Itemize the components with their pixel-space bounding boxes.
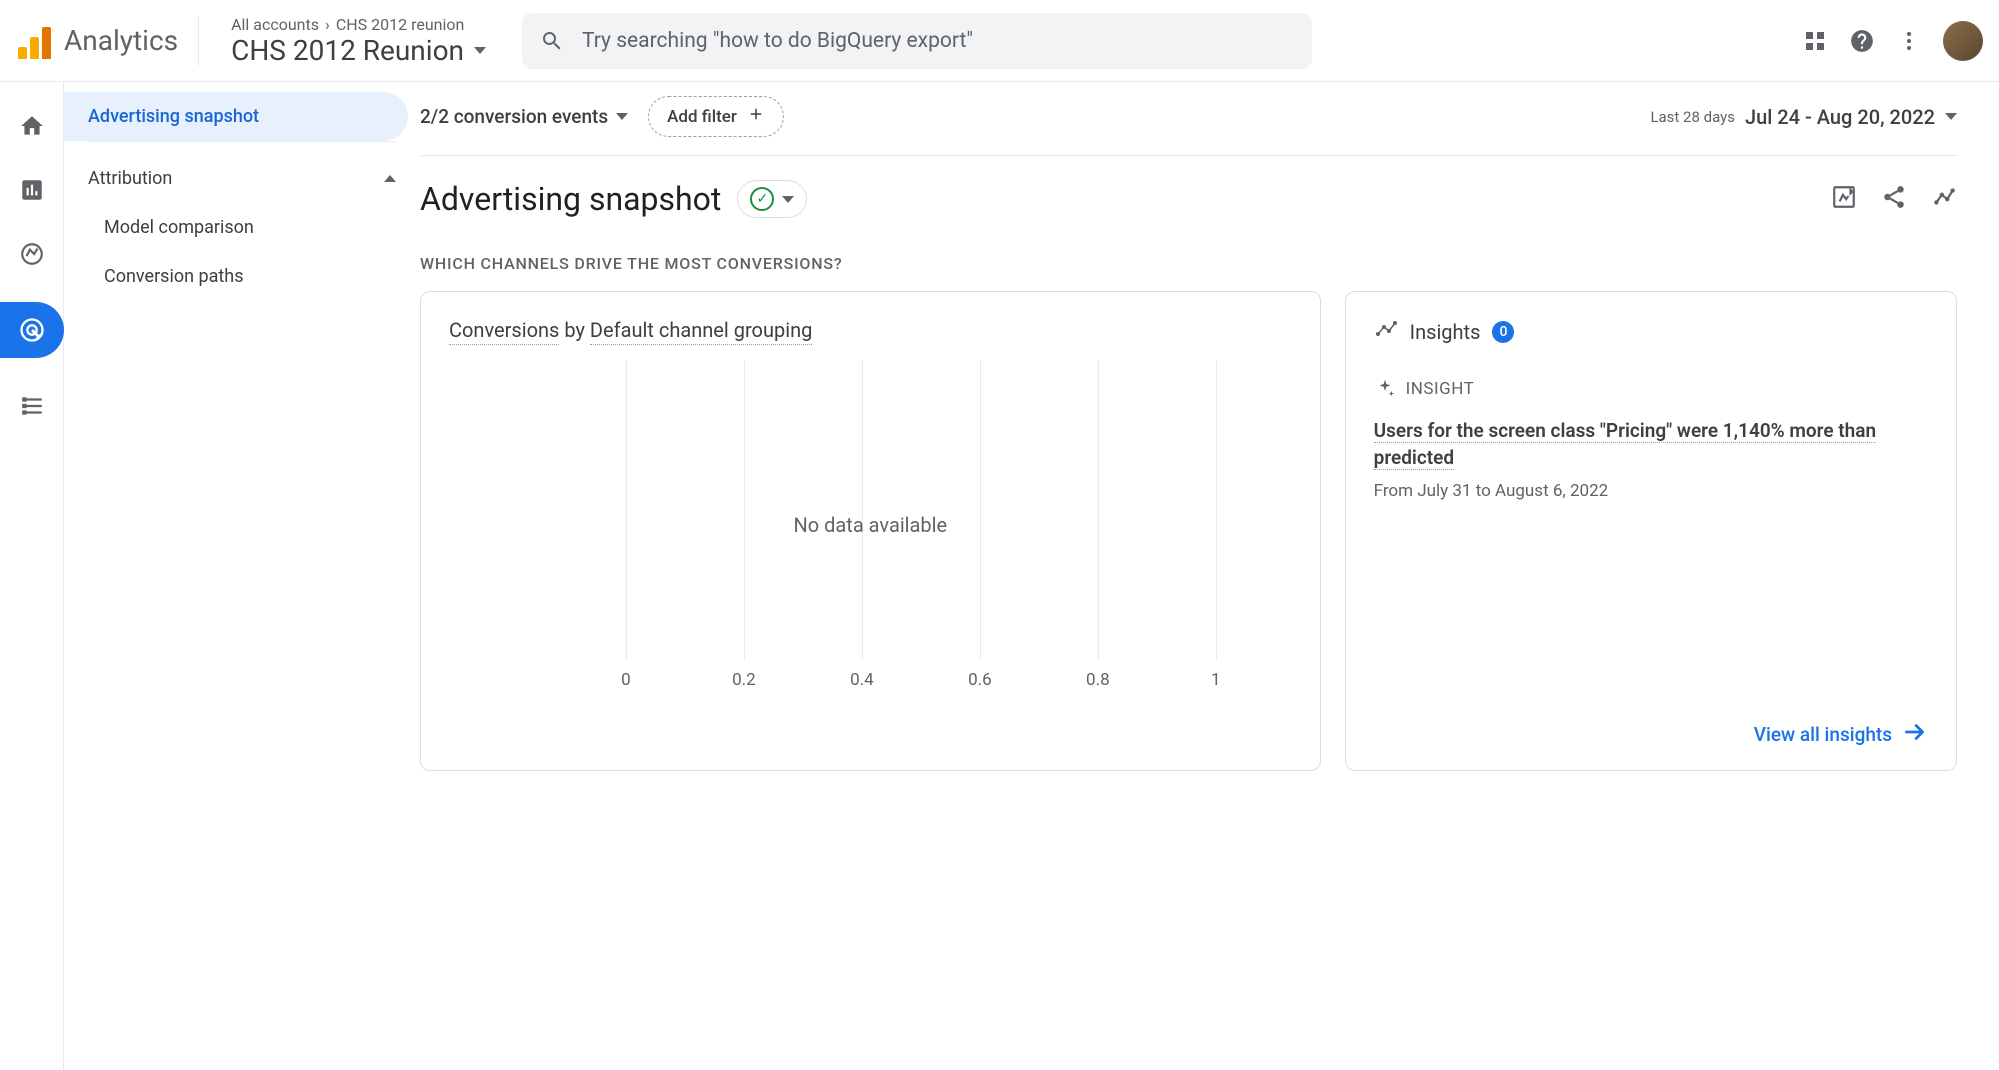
plus-icon: [747, 105, 765, 128]
nav-rail: [0, 82, 64, 1070]
insights-header: Insights 0: [1374, 318, 1928, 346]
rail-home-icon[interactable]: [16, 110, 48, 142]
caret-down-icon: [616, 113, 628, 120]
insights-card: Insights 0 INSIGHT Users for the screen …: [1345, 291, 1957, 771]
analytics-logo-icon: [16, 23, 52, 59]
conversions-card: Conversions by Default channel grouping …: [420, 291, 1321, 771]
breadcrumb: All accounts › CHS 2012 reunion: [231, 15, 486, 34]
insight-text[interactable]: Users for the screen class "Pricing" wer…: [1374, 419, 1876, 470]
property-name: CHS 2012 Reunion: [231, 34, 464, 67]
rail-configure-icon[interactable]: [16, 390, 48, 422]
more-vert-icon[interactable]: [1897, 29, 1921, 53]
search-bar[interactable]: Try searching "how to do BigQuery export…: [522, 13, 1312, 69]
insights-badge: 0: [1492, 321, 1514, 343]
search-placeholder: Try searching "how to do BigQuery export…: [582, 29, 973, 53]
insights-title: Insights: [1410, 320, 1481, 344]
main-content: 2/2 conversion events Add filter Last 28…: [420, 82, 1999, 1070]
sidebar-section-attribution[interactable]: Attribution: [64, 150, 420, 203]
conversion-events-selector[interactable]: 2/2 conversion events: [420, 105, 628, 128]
view-all-label: View all insights: [1754, 723, 1892, 746]
chart-metric[interactable]: Conversions: [449, 318, 559, 345]
title-actions: [1831, 184, 1957, 214]
avatar[interactable]: [1943, 21, 1983, 61]
page-title-row: Advertising snapshot ✓: [420, 180, 1957, 218]
date-range-value: Jul 24 - Aug 20, 2022: [1745, 105, 1935, 129]
chart-area: No data available 0 0.2 0.4 0.6 0.8 1: [449, 360, 1292, 690]
cards-row: Conversions by Default channel grouping …: [420, 291, 1957, 771]
no-data-message: No data available: [793, 513, 947, 537]
customize-icon[interactable]: [1831, 184, 1857, 214]
chevron-right-icon: ›: [325, 15, 330, 34]
chart-title: Conversions by Default channel grouping: [449, 318, 1292, 342]
caret-down-icon: [1945, 113, 1957, 120]
axis-tick: 0.8: [1086, 670, 1110, 690]
help-icon[interactable]: [1849, 28, 1875, 54]
breadcrumb-root: All accounts: [231, 15, 319, 34]
sparkle-icon: [1374, 378, 1396, 400]
caret-down-icon: [474, 47, 486, 54]
arrow-right-icon: [1902, 719, 1928, 750]
page-title: Advertising snapshot: [420, 180, 721, 218]
date-range-label: Last 28 days: [1650, 108, 1735, 126]
axis-tick: 0.4: [850, 670, 874, 690]
sidebar-section-title: Attribution: [88, 168, 172, 189]
status-chip[interactable]: ✓: [737, 180, 807, 218]
rail-reports-icon[interactable]: [16, 174, 48, 206]
insight-date: From July 31 to August 6, 2022: [1374, 481, 1928, 501]
axis-tick: 0: [621, 670, 631, 690]
add-filter-button[interactable]: Add filter: [648, 96, 784, 137]
insights-icon[interactable]: [1931, 184, 1957, 214]
header-actions: [1803, 21, 1983, 61]
chart-title-mid: by: [559, 318, 590, 342]
chevron-up-icon: [384, 175, 396, 182]
axis-tick: 1: [1211, 670, 1221, 690]
add-filter-label: Add filter: [667, 107, 737, 127]
insight-label-row: INSIGHT: [1374, 378, 1928, 400]
section-heading: WHICH CHANNELS DRIVE THE MOST CONVERSION…: [420, 254, 1957, 273]
product-name: Analytics: [64, 24, 178, 57]
property-selector[interactable]: CHS 2012 Reunion: [231, 34, 486, 67]
check-circle-icon: ✓: [750, 187, 774, 211]
rail-advertising-icon[interactable]: [0, 302, 64, 358]
toolbar: 2/2 conversion events Add filter Last 28…: [420, 96, 1957, 156]
date-range-selector[interactable]: Last 28 days Jul 24 - Aug 20, 2022: [1650, 105, 1957, 129]
breadcrumb-leaf: CHS 2012 reunion: [336, 15, 465, 34]
view-all-insights-link[interactable]: View all insights: [1754, 719, 1928, 750]
insights-sparkline-icon: [1374, 318, 1398, 346]
apps-icon[interactable]: [1803, 29, 1827, 53]
header: Analytics All accounts › CHS 2012 reunio…: [0, 0, 1999, 82]
insight-label: INSIGHT: [1406, 379, 1475, 399]
account-selector[interactable]: All accounts › CHS 2012 reunion CHS 2012…: [231, 15, 486, 67]
axis-tick: 0.6: [968, 670, 992, 690]
sidebar: Advertising snapshot Attribution Model c…: [64, 82, 420, 1070]
share-icon[interactable]: [1881, 184, 1907, 214]
divider: [88, 141, 396, 142]
rail-explore-icon[interactable]: [16, 238, 48, 270]
conversion-events-label: 2/2 conversion events: [420, 105, 608, 128]
sidebar-item-model-comparison[interactable]: Model comparison: [64, 203, 420, 252]
sidebar-item-conversion-paths[interactable]: Conversion paths: [64, 252, 420, 301]
chart-dimension[interactable]: Default channel grouping: [590, 318, 812, 345]
sidebar-item-advertising-snapshot[interactable]: Advertising snapshot: [64, 92, 408, 141]
caret-down-icon: [782, 196, 794, 203]
axis-tick: 0.2: [732, 670, 756, 690]
search-icon: [540, 29, 564, 53]
logo-area: Analytics: [16, 16, 199, 66]
